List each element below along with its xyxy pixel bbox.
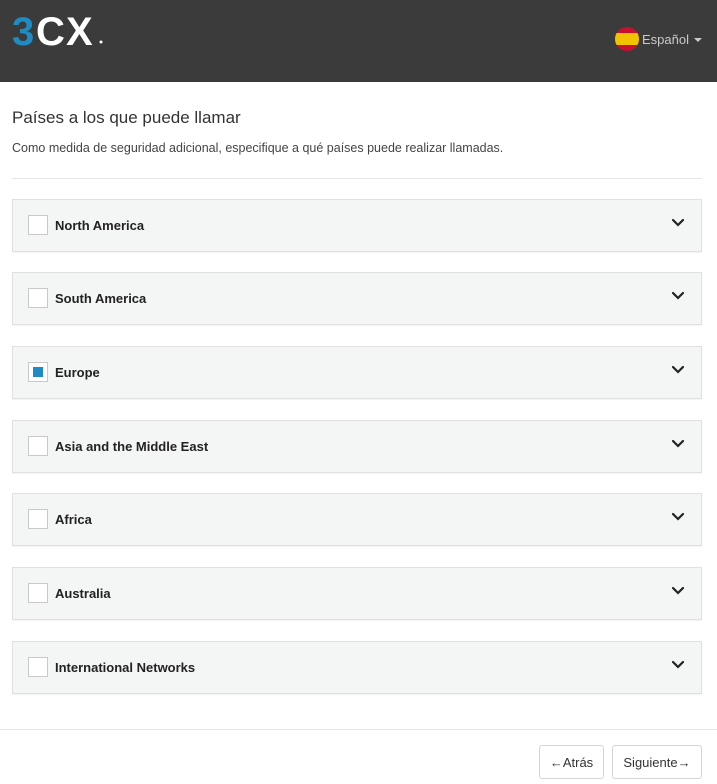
checkbox[interactable] bbox=[28, 583, 48, 603]
region-label: Africa bbox=[55, 512, 92, 527]
region-europe[interactable]: Europe bbox=[12, 346, 702, 399]
region-label: North America bbox=[55, 218, 145, 233]
page-title: Países a los que puede llamar bbox=[12, 108, 241, 127]
region-label: South America bbox=[55, 291, 147, 306]
checkbox[interactable] bbox=[28, 436, 48, 456]
chevron-down-icon[interactable] bbox=[671, 658, 685, 672]
svg-text:X: X bbox=[66, 12, 93, 48]
back-button[interactable]: ←Atrás bbox=[539, 745, 604, 779]
language-selector[interactable]: Español bbox=[615, 27, 702, 51]
region-africa[interactable]: Africa bbox=[12, 493, 702, 546]
region-international-networks[interactable]: International Networks bbox=[12, 641, 702, 694]
checkbox[interactable] bbox=[28, 657, 48, 677]
region-label: International Networks bbox=[55, 660, 196, 675]
checkbox[interactable] bbox=[28, 215, 48, 235]
checkbox[interactable] bbox=[28, 362, 48, 382]
divider bbox=[12, 178, 702, 179]
checkbox[interactable] bbox=[28, 288, 48, 308]
chevron-down-icon[interactable] bbox=[671, 510, 685, 524]
top-bar: 3 C X Español bbox=[0, 0, 717, 82]
chevron-down-icon[interactable] bbox=[671, 363, 685, 377]
region-label: Europe bbox=[55, 365, 100, 380]
region-label: Australia bbox=[55, 586, 111, 601]
next-button[interactable]: Siguiente→ bbox=[612, 745, 702, 779]
svg-text:C: C bbox=[36, 12, 65, 48]
chevron-down-icon[interactable] bbox=[671, 289, 685, 303]
chevron-down-icon[interactable] bbox=[671, 216, 685, 230]
region-australia[interactable]: Australia bbox=[12, 567, 702, 620]
checkbox[interactable] bbox=[28, 509, 48, 529]
chevron-down-icon[interactable] bbox=[671, 584, 685, 598]
footer-divider bbox=[0, 729, 717, 730]
region-south-america[interactable]: South America bbox=[12, 272, 702, 325]
caret-down-icon bbox=[694, 38, 702, 42]
language-label: Español bbox=[642, 31, 689, 47]
page-subtitle: Como medida de seguridad adicional, espe… bbox=[12, 141, 504, 155]
spain-flag-icon bbox=[615, 27, 640, 51]
region-label: Asia and the Middle East bbox=[55, 439, 209, 454]
svg-text:3: 3 bbox=[12, 12, 34, 48]
region-north-america[interactable]: North America bbox=[12, 199, 702, 252]
chevron-down-icon[interactable] bbox=[671, 437, 685, 451]
region-asia-middle-east[interactable]: Asia and the Middle East bbox=[12, 420, 702, 473]
3cx-logo: 3 C X bbox=[12, 12, 104, 48]
